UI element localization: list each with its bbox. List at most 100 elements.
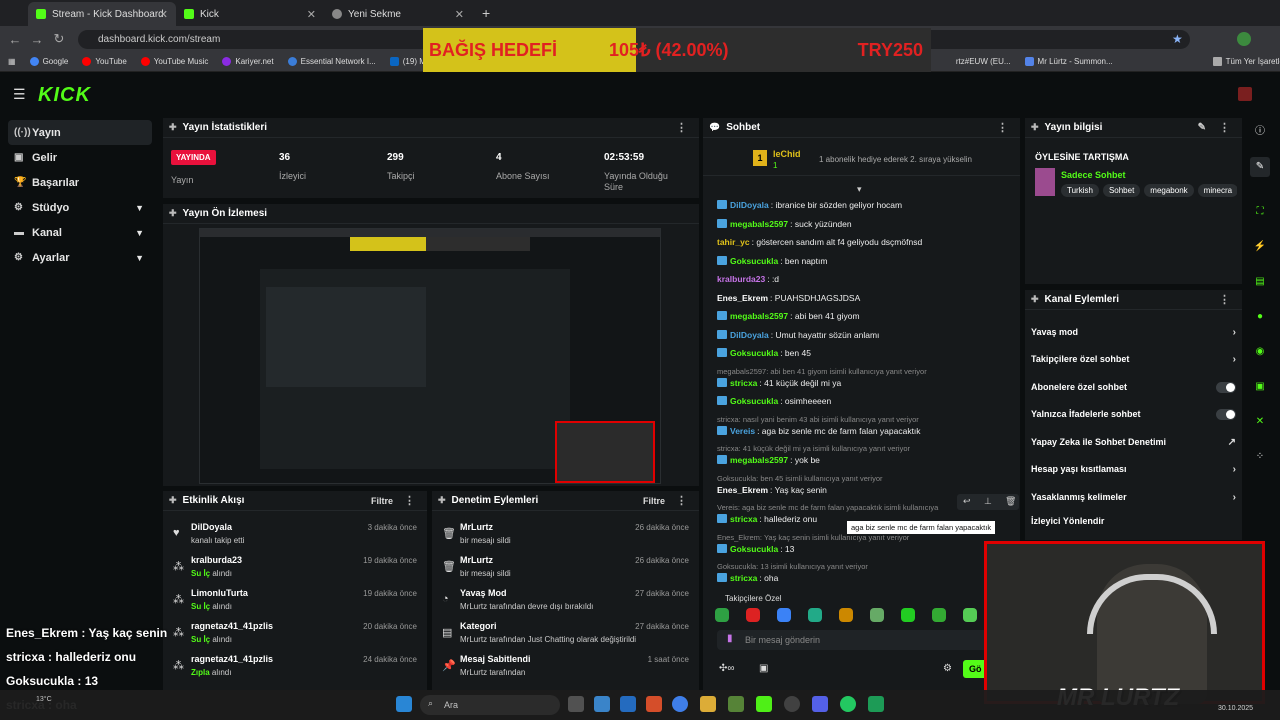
more-icon[interactable]: ⋮ bbox=[997, 121, 1008, 134]
emote-icon[interactable] bbox=[870, 608, 884, 622]
emote-icon[interactable] bbox=[777, 608, 791, 622]
action-followers-only[interactable]: Takipçilere özel sohbet › bbox=[1031, 346, 1236, 372]
delete-icon[interactable]: 🗑 bbox=[1005, 496, 1016, 507]
store-icon[interactable] bbox=[620, 696, 636, 712]
notes-icon[interactable]: ▤ bbox=[1250, 272, 1270, 292]
chat-message[interactable]: Enes_Ekrem: PUAHSDHJAGSJDSA bbox=[717, 293, 860, 303]
whatsapp-icon[interactable] bbox=[840, 696, 856, 712]
chat-message[interactable]: stricxa: oha bbox=[717, 573, 778, 583]
chat-message[interactable]: Goksucukla: osimheeeen bbox=[717, 396, 831, 406]
chat-username[interactable]: Goksucukla bbox=[730, 544, 778, 554]
stream-preview-video[interactable] bbox=[199, 228, 661, 484]
chat-username[interactable]: Vereis bbox=[730, 426, 755, 436]
action-emote-only[interactable]: Yalnızca İfadelerle sohbet bbox=[1031, 401, 1236, 427]
sidebar-item-basarilar[interactable]: 🏆 Başarılar bbox=[8, 170, 152, 195]
chat-message[interactable]: megabals2597: yok be bbox=[717, 455, 820, 465]
filter-button[interactable]: Filtre bbox=[643, 496, 665, 506]
category-name[interactable]: Sadece Sohbet bbox=[1061, 170, 1126, 180]
reply-icon[interactable]: ↩ bbox=[963, 496, 971, 507]
close-icon[interactable]: ✕ bbox=[455, 8, 464, 21]
kick-app-icon[interactable] bbox=[868, 696, 884, 712]
bookmark-all-folder[interactable]: Tüm Yer İşaretleri bbox=[1212, 57, 1280, 66]
settings-icon[interactable]: ⚙ bbox=[943, 663, 952, 674]
bookmark-summoner[interactable]: Mr Lürtz - Summon... bbox=[1024, 57, 1113, 66]
tab-new[interactable]: Yeni Sekme ✕ bbox=[324, 2, 472, 26]
bookmark-essential[interactable]: Essential Network I... bbox=[287, 57, 376, 66]
store-icon[interactable]: ▣ bbox=[759, 663, 768, 674]
chat-username[interactable]: DilDoyala bbox=[730, 200, 769, 210]
mic-icon[interactable]: ▮ bbox=[727, 633, 733, 644]
action-raid[interactable]: İzleyici Yönlendir bbox=[1031, 508, 1236, 534]
app-icon[interactable] bbox=[756, 696, 772, 712]
chat-username[interactable]: Goksucukla bbox=[730, 348, 778, 358]
bookmark-youtube-music[interactable]: YouTube Music bbox=[140, 57, 208, 66]
emote-icon[interactable] bbox=[839, 608, 853, 622]
more-icon[interactable]: ⋮ bbox=[1219, 293, 1230, 306]
chat-username[interactable]: stricxa bbox=[730, 378, 757, 388]
minecraft-icon[interactable] bbox=[728, 696, 744, 712]
chat-username[interactable]: megabals2597 bbox=[730, 455, 788, 465]
edit-icon[interactable]: ✎ bbox=[1198, 122, 1206, 133]
chat-username[interactable]: Goksucukla bbox=[730, 396, 778, 406]
chat-username[interactable]: Enes_Ekrem bbox=[717, 293, 768, 303]
action-ai-moderation[interactable]: Yapay Zeka ile Sohbet Denetimi ↗ bbox=[1031, 429, 1236, 455]
emote-icon[interactable] bbox=[746, 608, 760, 622]
chat-message[interactable]: Enes_Ekrem: Yaş kaç senin bbox=[717, 485, 827, 495]
sidebar-item-studyo[interactable]: ⚙ Stüdyo ▼ bbox=[8, 195, 152, 220]
broadcast-icon[interactable]: ◉ bbox=[1250, 342, 1270, 362]
menu-icon[interactable]: ☰ bbox=[13, 86, 26, 103]
more-icon[interactable]: ⋮ bbox=[676, 494, 687, 507]
sidebar-item-gelir[interactable]: ▣ Gelir bbox=[8, 145, 152, 170]
action-banned-words[interactable]: Yasaklanmış kelimeler › bbox=[1031, 484, 1236, 510]
back-icon[interactable]: ← bbox=[4, 32, 26, 47]
fullscreen-icon[interactable]: ⛶ bbox=[1250, 202, 1270, 222]
action-slow-mode[interactable]: Yavaş mod › bbox=[1031, 319, 1236, 345]
chat-message[interactable]: kralburda23: :d bbox=[717, 274, 779, 284]
chat-message[interactable]: DilDoyala: Umut hayattır sözün anlamı bbox=[717, 329, 879, 340]
chat-username[interactable]: stricxa bbox=[730, 514, 757, 524]
chat-message[interactable]: megabals2597: suck yüzünden bbox=[717, 218, 852, 229]
sidebar-item-kanal[interactable]: ▬ Kanal ▼ bbox=[8, 220, 152, 245]
chat-username[interactable]: megabals2597 bbox=[730, 311, 788, 321]
file-explorer-icon[interactable] bbox=[594, 696, 610, 712]
subs-only-toggle[interactable] bbox=[1216, 381, 1236, 393]
chat-message[interactable]: stricxa: 41 küçük değil mi ya bbox=[717, 377, 841, 388]
chat-username[interactable]: megabals2597 bbox=[730, 219, 788, 229]
sidebar-item-yayin[interactable]: ((·)) Yayın bbox=[8, 120, 152, 145]
chat-message[interactable]: Goksucukla: ben 45 bbox=[717, 348, 811, 358]
obs-icon[interactable] bbox=[784, 696, 800, 712]
close-icon[interactable]: ✕ bbox=[307, 8, 316, 21]
layout-icon[interactable]: ⁘ bbox=[1250, 447, 1270, 467]
chrome-icon[interactable] bbox=[672, 696, 688, 712]
emote-icon[interactable] bbox=[901, 608, 915, 622]
emote-icon[interactable] bbox=[808, 608, 822, 622]
chat-username[interactable]: Enes_Ekrem bbox=[717, 485, 768, 495]
lightning-icon[interactable]: ⚡ bbox=[1250, 237, 1270, 257]
action-account-age[interactable]: Hesap yaşı kısıtlaması › bbox=[1031, 456, 1236, 482]
task-view-icon[interactable] bbox=[568, 696, 584, 712]
more-icon[interactable]: ⋮ bbox=[1219, 121, 1230, 134]
profile-avatar[interactable] bbox=[1237, 32, 1251, 46]
collapse-icon[interactable]: ▾ bbox=[857, 184, 862, 195]
more-icon[interactable]: ⋮ bbox=[676, 121, 687, 134]
more-icon[interactable]: ⋮ bbox=[404, 494, 415, 507]
emote-picker-icon[interactable]: ✣∞ bbox=[719, 663, 735, 674]
chat-username[interactable]: tahir_yc bbox=[717, 237, 750, 247]
bookmark-google[interactable]: Google bbox=[29, 57, 68, 66]
kick-logo[interactable]: KICK bbox=[38, 84, 91, 107]
chat-message[interactable]: DilDoyala: ibranice bir sözden geliyor h… bbox=[717, 200, 902, 210]
pin-icon[interactable]: ⊥ bbox=[984, 496, 992, 507]
storage-icon[interactable]: ▣ bbox=[1250, 377, 1270, 397]
chat-message[interactable]: Vereis: aga biz senle mc de farm falan y… bbox=[717, 425, 921, 436]
sidebar-item-ayarlar[interactable]: ⚙ Ayarlar ▼ bbox=[8, 245, 152, 270]
action-subs-only[interactable]: Abonelere özel sohbet bbox=[1031, 374, 1236, 400]
chat-bubble-icon[interactable]: ● bbox=[1250, 307, 1270, 327]
forward-icon[interactable]: → bbox=[26, 32, 48, 47]
chat-input[interactable]: ▮ Bir mesaj gönderin bbox=[717, 630, 1007, 650]
tab-kick-dashboard[interactable]: Stream - Kick Dashboard ✕ bbox=[28, 2, 176, 26]
chat-username[interactable]: DilDoyala bbox=[730, 330, 769, 340]
chat-message[interactable]: Goksucukla: 13 bbox=[717, 543, 794, 554]
new-tab-icon[interactable]: + bbox=[482, 5, 490, 21]
bookmark-euw[interactable]: rtz#EUW (EU... bbox=[956, 57, 1011, 66]
edit-icon[interactable]: ✎ bbox=[1250, 157, 1270, 177]
